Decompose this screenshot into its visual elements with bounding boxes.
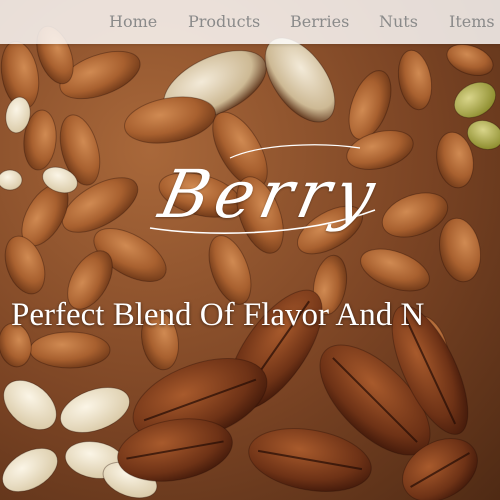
- brand-logo: Berry: [120, 140, 420, 250]
- nav-item-home[interactable]: Home: [109, 12, 157, 31]
- nav-item-items[interactable]: Items: [449, 12, 495, 31]
- top-navigation: Home Products Berries Nuts Items: [0, 0, 500, 44]
- cashew-nut: [3, 379, 57, 431]
- almond-nut: [29, 331, 111, 369]
- nav-item-products[interactable]: Products: [188, 12, 260, 31]
- cashew-nut: [59, 387, 131, 433]
- mixed-nuts-image: [0, 25, 500, 500]
- cashew-nut: [0, 169, 23, 191]
- hero-background: [0, 0, 500, 500]
- pistachio-nut: [453, 81, 497, 119]
- almond-nut: [439, 217, 481, 283]
- almond-nut: [397, 49, 433, 111]
- nav-item-nuts[interactable]: Nuts: [379, 12, 418, 31]
- hero-tagline: Perfect Blend Of Flavor And N: [11, 297, 425, 333]
- cashew-nut: [2, 447, 58, 493]
- almond-nut: [446, 43, 494, 77]
- brand-name: Berry: [152, 156, 388, 233]
- nav-item-berries[interactable]: Berries: [290, 12, 349, 31]
